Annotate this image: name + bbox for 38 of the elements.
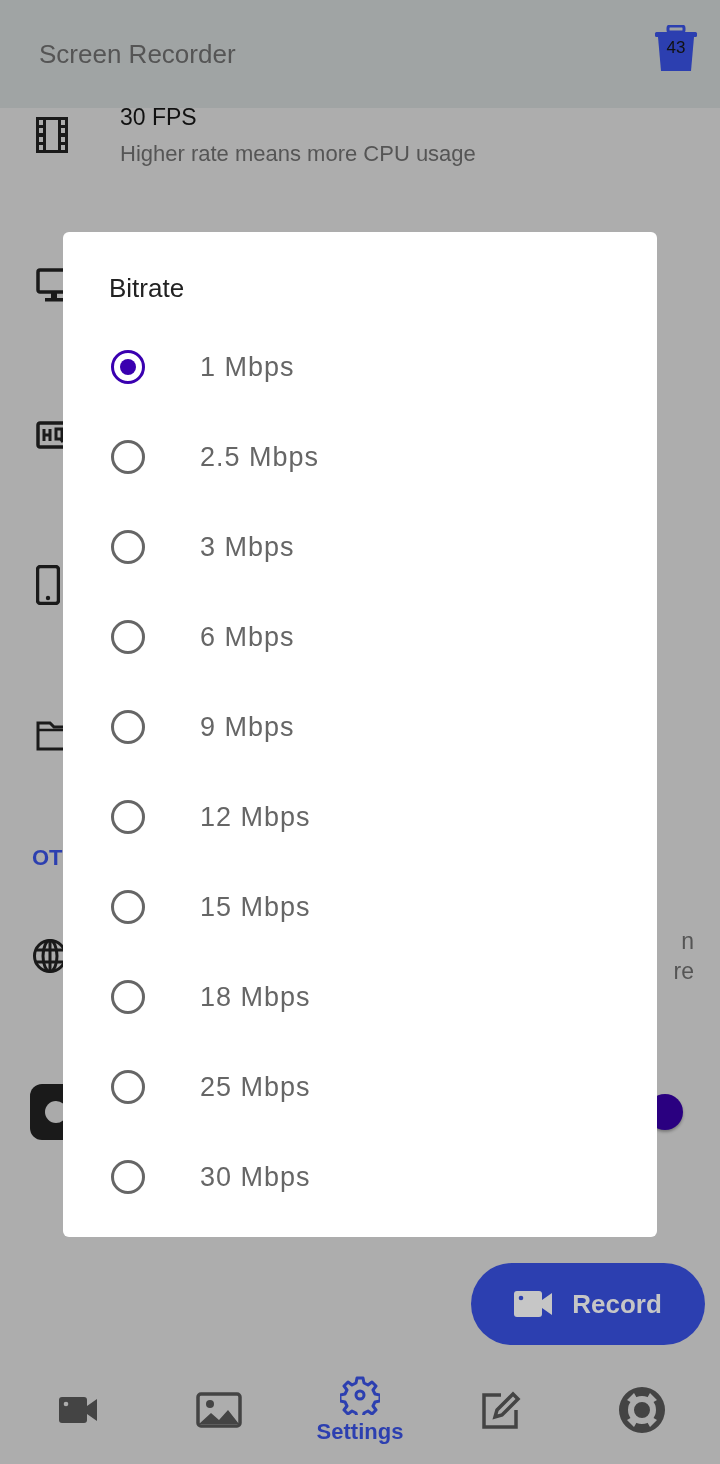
- edit-icon: [480, 1389, 521, 1430]
- radio-button[interactable]: [111, 350, 145, 384]
- bitrate-option[interactable]: 15 Mbps: [63, 862, 597, 952]
- dialog-title: Bitrate: [108, 271, 185, 305]
- radio-button[interactable]: [111, 980, 145, 1014]
- bitrate-option[interactable]: 6 Mbps: [63, 592, 597, 682]
- radio-button[interactable]: [111, 800, 145, 834]
- bitrate-option[interactable]: 12 Mbps: [63, 772, 597, 862]
- bitrate-option[interactable]: 1 Mbps: [63, 322, 597, 412]
- bitrate-option[interactable]: 3 Mbps: [63, 502, 597, 592]
- radio-button[interactable]: [111, 1160, 145, 1194]
- setting-description: re: [673, 957, 694, 986]
- bitrate-option[interactable]: 30 Mbps: [63, 1132, 597, 1222]
- radio-button[interactable]: [111, 890, 145, 924]
- phone-icon: [36, 565, 60, 605]
- setting-title: 30 FPS: [120, 103, 198, 131]
- setting-description: n: [681, 927, 694, 956]
- radio-button[interactable]: [111, 440, 145, 474]
- radio-button[interactable]: [111, 1070, 145, 1104]
- settings-icon: [340, 1374, 380, 1415]
- nav-settings-tab[interactable]: Settings: [305, 1364, 415, 1445]
- record-button[interactable]: Record: [471, 1263, 705, 1345]
- radio-button[interactable]: [111, 710, 145, 744]
- section-header: OT: [32, 845, 63, 871]
- bitrate-option[interactable]: 2.5 Mbps: [63, 412, 597, 502]
- app-title: Screen Recorder: [39, 38, 236, 70]
- radio-button[interactable]: [111, 530, 145, 564]
- setting-description: Higher rate means more CPU usage: [120, 140, 476, 167]
- video-camera-icon: [514, 1291, 553, 1317]
- lifebuoy-icon: [618, 1386, 665, 1433]
- bitrate-option[interactable]: 18 Mbps: [63, 952, 597, 1042]
- app-icon: [30, 1084, 63, 1140]
- image-icon: [196, 1391, 243, 1428]
- film-icon: [36, 117, 68, 153]
- video-camera-icon: [59, 1396, 98, 1423]
- bitrate-option[interactable]: 9 Mbps: [63, 682, 597, 772]
- bitrate-option[interactable]: 25 Mbps: [63, 1042, 597, 1132]
- radio-button[interactable]: [111, 620, 145, 654]
